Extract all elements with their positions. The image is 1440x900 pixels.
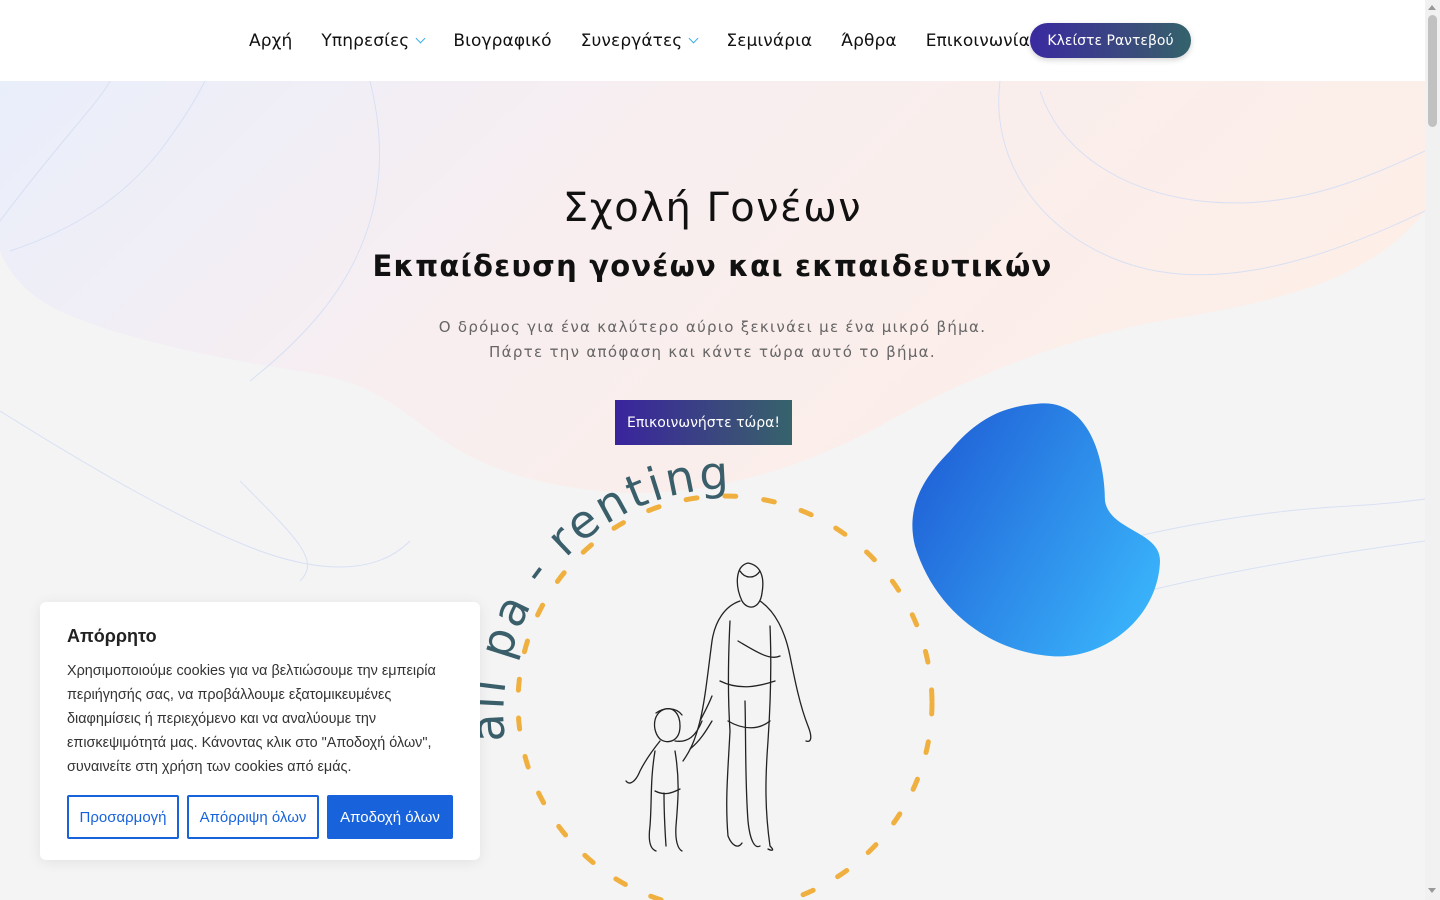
scroll-down-arrow-icon[interactable] <box>1428 888 1436 893</box>
cookie-consent-banner: Απόρρητο Χρησιμοποιούμε cookies για να β… <box>40 602 480 860</box>
nav-item-articles[interactable]: Άρθρα <box>841 31 896 51</box>
nav-item-label: Άρθρα <box>841 30 897 51</box>
contact-now-button[interactable]: Επικοινωνήστε τώρα! <box>615 400 792 445</box>
page-scrollbar[interactable] <box>1425 0 1440 900</box>
nav-item-services[interactable]: Υπηρεσίες <box>321 30 426 51</box>
accept-all-button[interactable]: Αποδοχή όλων <box>327 795 453 839</box>
nav-item-home[interactable]: Αρχή <box>249 31 292 51</box>
reject-all-button[interactable]: Απόρριψη όλων <box>187 795 319 839</box>
hero-description-line: Ο δρόμος για ένα καλύτερο αύριο ξεκινάει… <box>438 318 987 336</box>
nav-item-label: Αρχή <box>249 30 293 51</box>
nav-item-partners[interactable]: Συνεργάτες <box>580 30 699 51</box>
scrollbar-thumb[interactable] <box>1428 15 1437 127</box>
book-appointment-button[interactable]: Κλείστε Ραντεβού <box>1030 23 1191 58</box>
nav-item-label: Συνεργάτες <box>580 30 683 51</box>
nav-item-label: Βιογραφικό <box>453 30 552 51</box>
site-header: Αρχή Υπηρεσίες Βιογραφικό Συνεργάτες Σεμ… <box>0 0 1425 81</box>
decorative-blob <box>912 403 1160 657</box>
scroll-up-arrow-icon[interactable] <box>1428 5 1436 10</box>
nav-item-label: Επικοινωνία <box>925 30 1030 51</box>
hero-subtitle: Εκπαίδευση γονέων και εκπαιδευτικών <box>372 249 1053 283</box>
nav-item-label: Σεμινάρια <box>726 30 813 51</box>
cookie-title: Απόρρητο <box>67 626 157 646</box>
chevron-down-icon <box>688 33 699 43</box>
customize-button[interactable]: Προσαρμογή <box>67 795 179 839</box>
cookie-description: Χρησιμοποιούμε cookies για να βελτιώσουμ… <box>67 663 436 775</box>
main-nav: Αρχή Υπηρεσίες Βιογραφικό Συνεργάτες Σεμ… <box>249 0 1059 81</box>
nav-item-seminars[interactable]: Σεμινάρια <box>726 31 812 51</box>
nav-item-label: Υπηρεσίες <box>321 30 410 51</box>
nav-item-bio[interactable]: Βιογραφικό <box>453 31 551 51</box>
logo-arc-text: all pa - renting <box>460 445 733 743</box>
chevron-down-icon <box>415 33 426 43</box>
hero-description-line: Πάρτε την απόφαση και κάντε τώρα αυτό το… <box>489 343 936 361</box>
hero-title: Σχολή Γονέων <box>562 185 863 231</box>
hero-description: Ο δρόμος για ένα καλύτερο αύριο ξεκινάει… <box>0 315 1425 365</box>
nav-item-contact[interactable]: Επικοινωνία <box>926 31 1030 51</box>
parent-child-illustration <box>625 562 812 852</box>
